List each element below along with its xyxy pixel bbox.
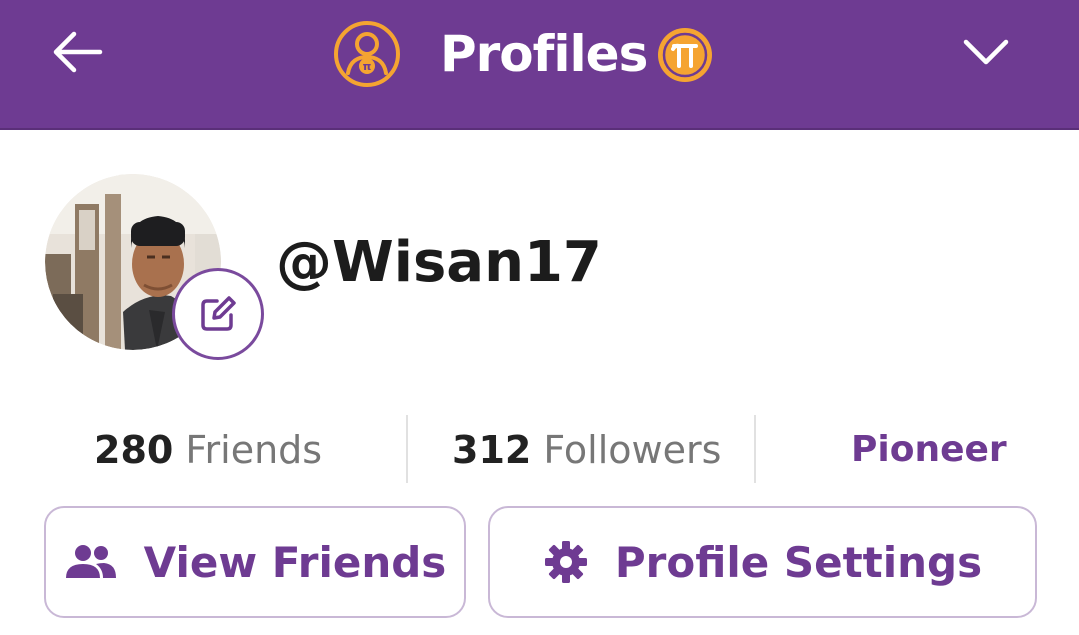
edit-avatar-button[interactable] xyxy=(172,268,264,360)
profile-settings-button[interactable]: Profile Settings xyxy=(488,506,1037,618)
role-badge: Pioneer xyxy=(851,429,1007,470)
pencil-square-icon xyxy=(201,296,236,331)
profile-stats: 280 Friends 312 Followers Pioneer xyxy=(0,415,1079,485)
friends-count: 280 xyxy=(94,428,174,472)
chevron-down-icon xyxy=(963,39,1009,65)
people-icon xyxy=(64,544,118,580)
svg-text:π: π xyxy=(363,60,372,73)
arrow-left-icon xyxy=(53,31,103,73)
username: @Wisan17 xyxy=(276,230,602,295)
view-friends-label: View Friends xyxy=(143,537,447,587)
friends-stat[interactable]: 280 Friends xyxy=(94,415,322,485)
followers-label: Followers xyxy=(543,428,722,472)
followers-stat[interactable]: 312 Followers xyxy=(452,415,721,485)
header-menu-button[interactable] xyxy=(960,34,1012,70)
followers-count: 312 xyxy=(452,428,532,472)
stats-divider xyxy=(406,415,408,483)
app-header: π Profiles xyxy=(0,0,1079,130)
gear-icon xyxy=(543,539,589,585)
back-button[interactable] xyxy=(48,28,104,76)
view-friends-button[interactable]: View Friends xyxy=(44,506,466,618)
user-circle-icon: π xyxy=(333,20,401,88)
page-title: Profiles xyxy=(440,25,648,83)
pi-coin-icon xyxy=(655,25,715,85)
stats-divider xyxy=(754,415,756,483)
profile-settings-label: Profile Settings xyxy=(614,537,983,587)
friends-label: Friends xyxy=(185,428,323,472)
